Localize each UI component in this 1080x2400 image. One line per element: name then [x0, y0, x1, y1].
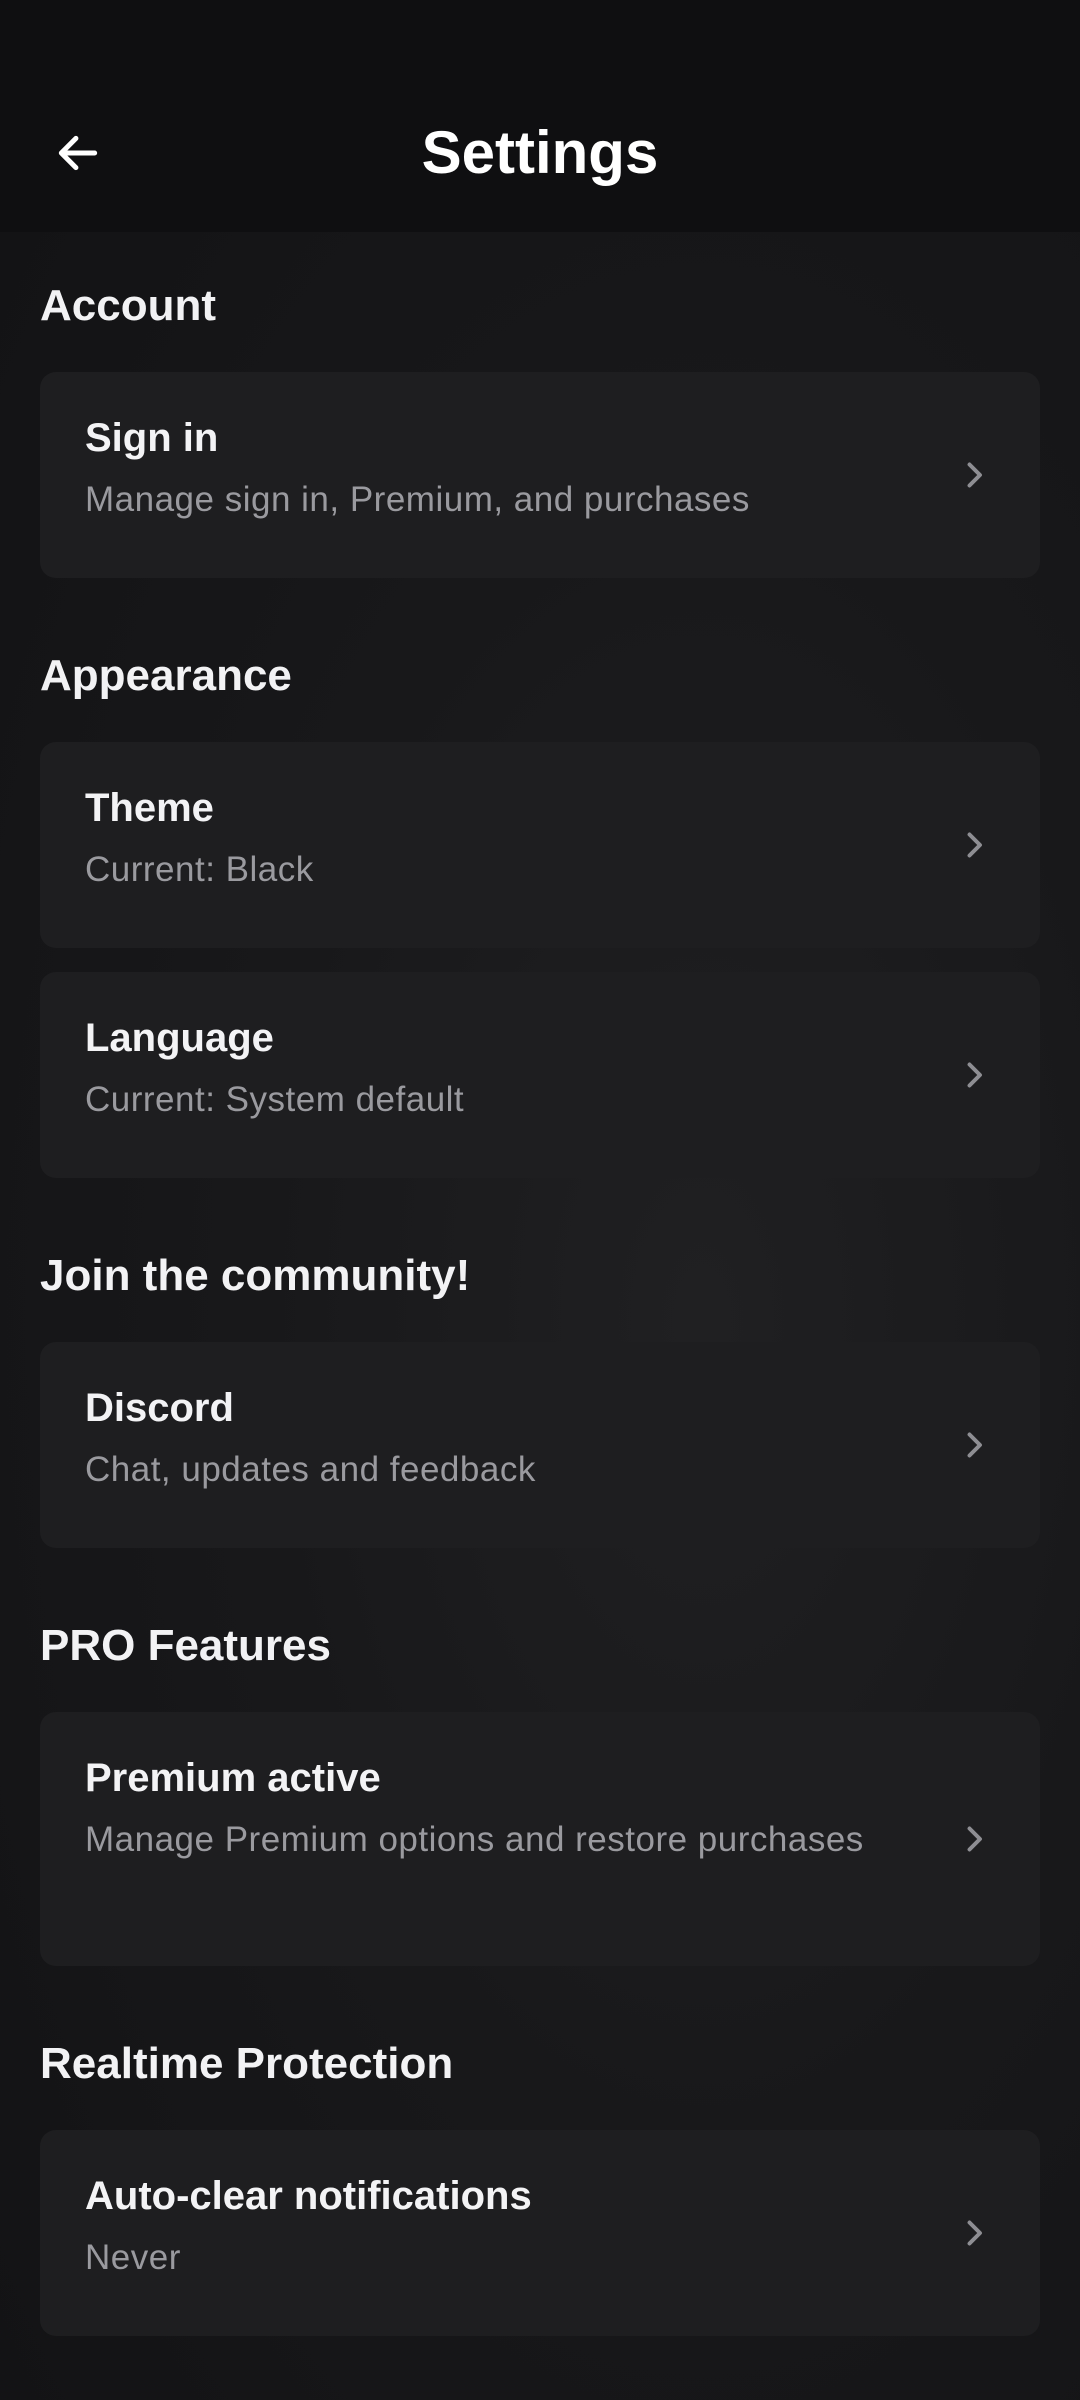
item-title: Premium active — [85, 1756, 381, 1800]
chevron-right-icon — [967, 1432, 982, 1458]
settings-item-theme[interactable]: Theme Current: Black — [40, 742, 1040, 948]
top-app-bar: Settings — [0, 0, 1080, 232]
section-header-account: Account — [40, 281, 216, 330]
chevron-right-icon — [967, 462, 982, 488]
item-subtitle: Never — [85, 2238, 181, 2277]
item-subtitle: Current: System default — [85, 1080, 465, 1119]
item-subtitle: Manage Premium options and restore purch… — [85, 1820, 864, 1859]
settings-item-discord[interactable]: Discord Chat, updates and feedback — [40, 1342, 1040, 1548]
item-subtitle: Current: Black — [85, 850, 314, 889]
item-subtitle: Manage sign in, Premium, and purchases — [85, 480, 750, 519]
settings-item-premium[interactable]: Premium active Manage Premium options an… — [40, 1712, 1040, 1966]
chevron-right-icon — [967, 832, 982, 858]
item-title: Sign in — [85, 416, 219, 460]
settings-item-sign-in[interactable]: Sign in Manage sign in, Premium, and pur… — [40, 372, 1040, 578]
item-title: Discord — [85, 1386, 234, 1430]
section-header-appearance: Appearance — [40, 651, 292, 700]
item-title: Auto-clear notifications — [85, 2174, 532, 2218]
section-header-realtime-protection: Realtime Protection — [40, 2039, 454, 2088]
chevron-right-icon — [967, 1826, 982, 1852]
section-header-pro-features: PRO Features — [40, 1621, 331, 1670]
page-title: Settings — [421, 119, 659, 186]
settings-item-language[interactable]: Language Current: System default — [40, 972, 1040, 1178]
item-title: Language — [85, 1016, 274, 1060]
chevron-right-icon — [967, 1062, 982, 1088]
item-subtitle: Chat, updates and feedback — [85, 1450, 536, 1489]
settings-screen: Settings Account Sign in Manage sign in,… — [0, 0, 1080, 2400]
chevron-right-icon — [967, 2220, 982, 2246]
settings-item-auto-clear-notifications[interactable]: Auto-clear notifications Never — [40, 2130, 1040, 2336]
section-header-community: Join the community! — [40, 1251, 471, 1300]
item-title: Theme — [85, 786, 214, 830]
settings-list: Account Sign in Manage sign in, Premium,… — [40, 232, 1040, 2360]
